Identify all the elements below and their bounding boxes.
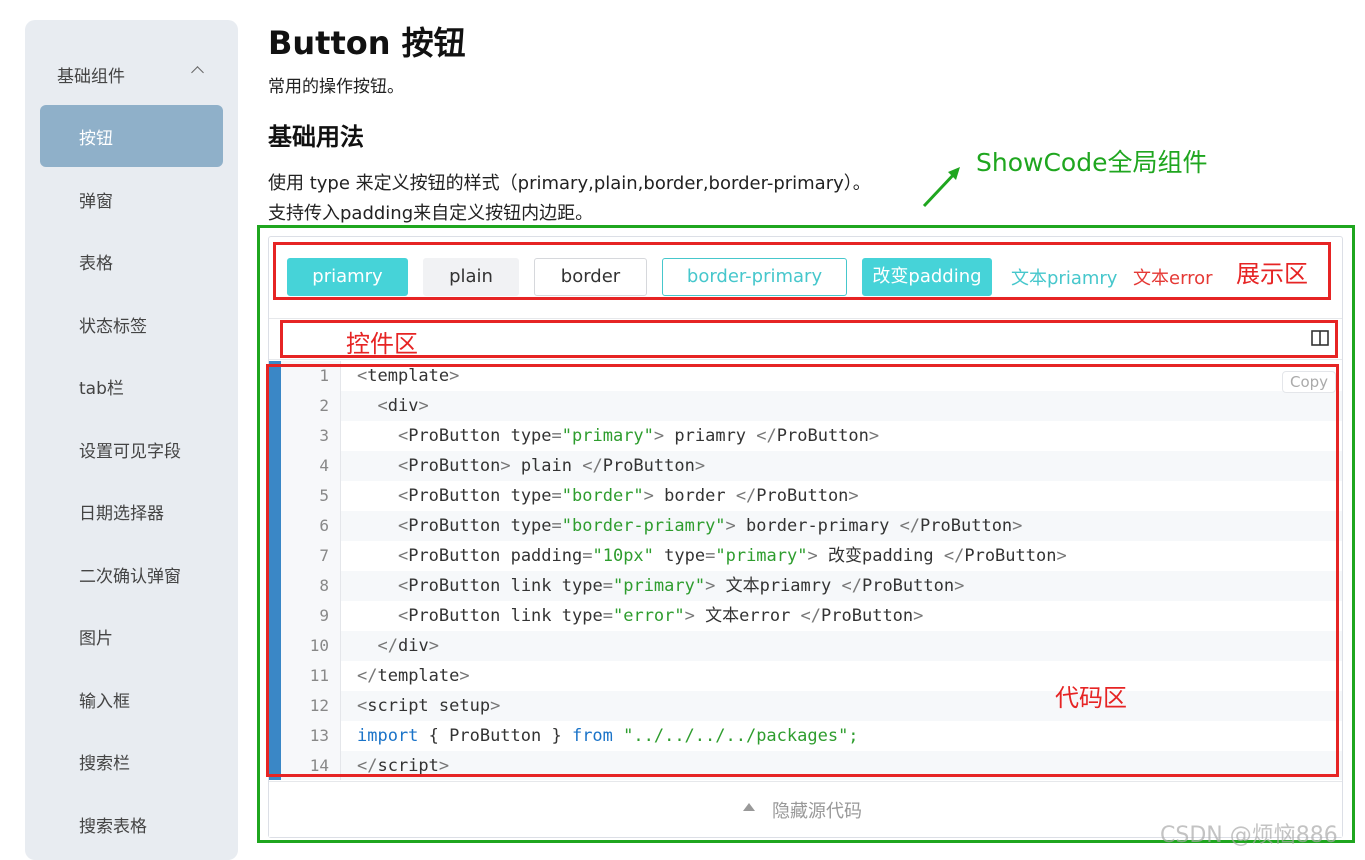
sidebar-item-label: 弹窗	[79, 192, 113, 212]
watermark: CSDN @烦恼886	[1160, 823, 1338, 848]
sidebar-item-tab-bar[interactable]: tab栏	[40, 355, 223, 417]
sidebar-item-table[interactable]: 表格	[40, 230, 223, 292]
sidebar-group-basic-components[interactable]: 基础组件	[25, 56, 238, 87]
chevron-up-icon	[191, 66, 204, 79]
sidebar-item-label: 表格	[79, 254, 113, 274]
sidebar-group-title: 基础组件	[57, 67, 125, 87]
section-description-padding: 支持传入padding来自定义按钮内边距。	[268, 203, 594, 224]
sidebar-item-dialog[interactable]: 弹窗	[40, 168, 223, 230]
section-title: 基础用法	[268, 123, 364, 151]
sidebar-item-label: 搜索栏	[79, 754, 130, 774]
sidebar-item-confirm-dialog[interactable]: 二次确认弹窗	[40, 543, 223, 605]
sidebar-item-date-picker[interactable]: 日期选择器	[40, 480, 223, 542]
sidebar-item-label: 设置可见字段	[79, 442, 181, 462]
sidebar-item-label: 输入框	[79, 692, 130, 712]
sidebar-item-label: 状态标签	[79, 317, 147, 337]
annotation-arrow-icon	[922, 167, 960, 208]
annotation-box-showcode	[257, 225, 1355, 843]
page-description: 常用的操作按钮。	[268, 77, 404, 97]
sidebar-item-label: 搜索表格	[79, 817, 147, 837]
sidebar-item-label: tab栏	[79, 379, 124, 399]
sidebar-item-label: 图片	[79, 629, 113, 649]
sidebar-item-label: 日期选择器	[79, 504, 164, 524]
sidebar-item-image[interactable]: 图片	[40, 605, 223, 667]
sidebar-item-search-table[interactable]: 搜索表格	[40, 793, 223, 855]
sidebar-item-search-bar[interactable]: 搜索栏	[40, 730, 223, 792]
sidebar-item-visible-fields[interactable]: 设置可见字段	[40, 418, 223, 480]
section-description: 使用 type 来定义按钮的样式（primary,plain,border,bo…	[268, 173, 871, 194]
sidebar-item-input[interactable]: 输入框	[40, 668, 223, 730]
sidebar-item-label: 按钮	[79, 129, 113, 149]
sidebar: 基础组件 按钮 弹窗 表格 状态标签 tab栏 设置可见字段 日期选择器 二次确…	[25, 20, 238, 860]
sidebar-item-button[interactable]: 按钮	[40, 105, 223, 167]
sidebar-item-label: 二次确认弹窗	[79, 567, 181, 587]
sidebar-item-status-tag[interactable]: 状态标签	[40, 293, 223, 355]
page-title: Button 按钮	[268, 24, 466, 62]
annotation-showcode-global: ShowCode全局组件	[976, 148, 1208, 177]
